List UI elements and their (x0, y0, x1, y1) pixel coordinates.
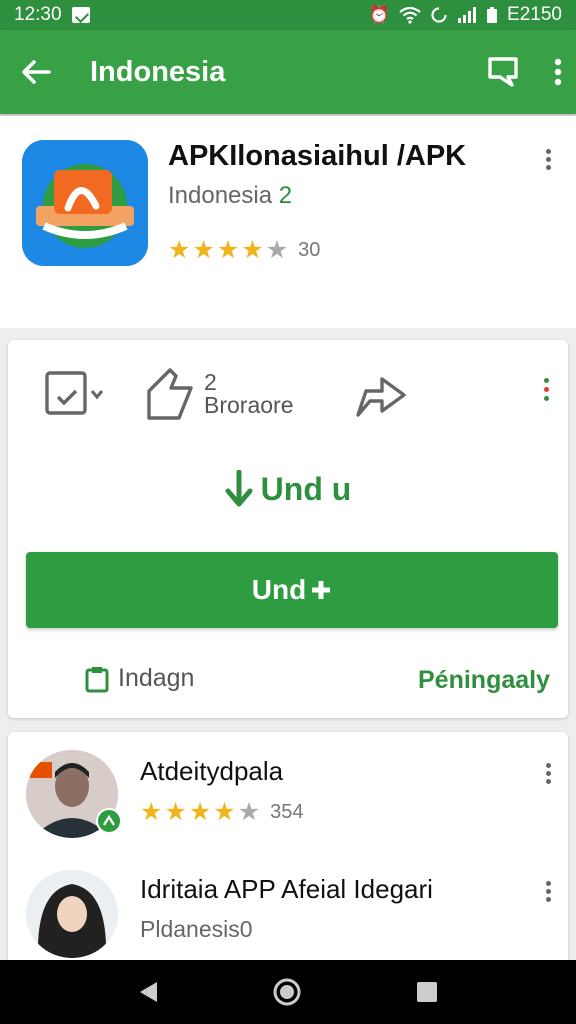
share-label: Broraore (204, 392, 294, 418)
star-icon: ★ (140, 798, 163, 826)
alarm-icon: ⏰ (368, 5, 391, 24)
nav-home-icon[interactable] (272, 977, 302, 1007)
install-button-label: Und (251, 574, 307, 605)
plus-arrow-icon (312, 581, 331, 599)
share-button[interactable]: 2 Broraore (144, 364, 293, 424)
review-rating: ★ ★ ★ ★ ★ 354 (140, 800, 303, 825)
status-time: 12:30 (14, 4, 62, 25)
share-icon (147, 368, 193, 420)
more-dots-icon[interactable] (544, 378, 549, 401)
back-arrow-icon[interactable] (18, 54, 54, 90)
forward-button[interactable] (352, 364, 408, 424)
navigation-bar (0, 960, 576, 1024)
app-more-icon[interactable] (538, 144, 558, 174)
sync-icon (431, 7, 448, 23)
wifi-icon (399, 6, 421, 24)
action-card: 2 Broraore Und u Und Indagn Péningaaly (8, 340, 568, 718)
notification-icon (71, 7, 90, 23)
star-icon: ★ (188, 798, 212, 826)
review-more-icon[interactable] (538, 758, 558, 788)
review-name: Atdeitydpala (140, 756, 284, 786)
share-count: 2 (204, 369, 217, 395)
chat-icon[interactable] (486, 56, 520, 88)
review-more-icon[interactable] (538, 876, 558, 906)
half-star-icon: ★ (237, 798, 261, 826)
install-link-label: Und u (260, 470, 352, 507)
avatar (26, 870, 118, 958)
star-icon: ★ (241, 236, 264, 264)
app-subtitle-number: 2 (278, 182, 293, 209)
star-icon: ★ (164, 798, 187, 826)
review-rating-count: 354 (270, 801, 304, 823)
battery-icon (487, 7, 498, 23)
status-bar: 12:30 ⏰ E2150 (0, 0, 576, 30)
list-item[interactable]: Atdeitydpala ★ ★ ★ ★ ★ 354 (8, 732, 568, 852)
app-rating: ★ ★ ★ ★ ★ 30 (168, 238, 320, 263)
footer-left-label: Indagn (118, 664, 195, 692)
wishlist-button[interactable] (44, 364, 104, 424)
footer-left-link[interactable]: Indagn (84, 664, 194, 693)
nav-back-icon[interactable] (137, 980, 159, 1004)
reviews-list: Atdeitydpala ★ ★ ★ ★ ★ 354 Idritaia APP … (8, 732, 568, 972)
app-header: APKIlonasiaihul /APK Indonesia 2 ★ ★ ★ ★… (0, 116, 576, 328)
star-icon: ★ (216, 236, 240, 264)
footer-right-link[interactable]: Péningaaly (418, 666, 550, 695)
install-link[interactable]: Und u (8, 470, 568, 508)
status-right-text: E2150 (507, 4, 562, 25)
app-bar: Indonesia (0, 30, 576, 114)
rating-count: 30 (298, 239, 321, 261)
star-icon: ★ (213, 798, 236, 826)
review-subtitle: Pldanesis0 (140, 916, 253, 942)
nav-recents-icon[interactable] (415, 980, 439, 1004)
wishlist-check-icon (45, 371, 104, 415)
review-name: Idritaia APP Afeial Idegari (140, 874, 433, 904)
app-subtitle-text: Indonesia (168, 182, 273, 209)
app-icon[interactable] (22, 140, 148, 266)
install-button[interactable]: Und (26, 552, 558, 628)
app-name: APKIlonasiaihul /APK (168, 140, 467, 172)
list-item[interactable]: Idritaia APP Afeial Idegari Pldanesis0 (8, 852, 568, 972)
app-subtitle: Indonesia 2 (168, 182, 292, 210)
download-arrow-icon (225, 470, 253, 507)
star-icon: ★ (192, 236, 215, 264)
signal-icon (458, 7, 477, 23)
clipboard-icon (85, 666, 109, 692)
star-icon: ★ (168, 236, 191, 264)
half-star-icon: ★ (265, 236, 289, 264)
forward-share-icon (356, 377, 406, 417)
verified-badge-icon (96, 808, 122, 834)
page-title: Indonesia (90, 55, 226, 88)
more-vert-icon[interactable] (554, 58, 562, 86)
